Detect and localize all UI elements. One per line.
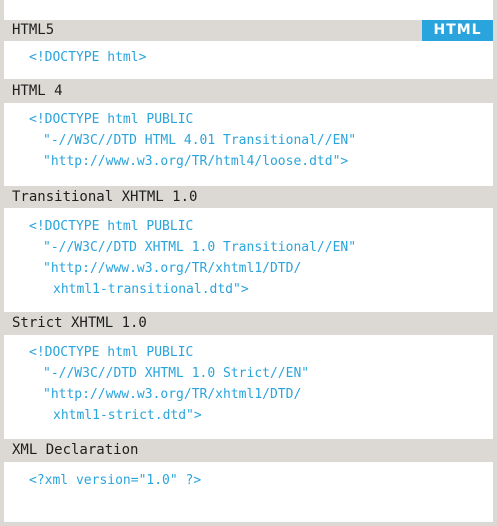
code-block-strict-xhtml: <!DOCTYPE html PUBLIC "-//W3C//DTD XHTML… — [4, 335, 493, 438]
section-title: Strict XHTML 1.0 — [12, 315, 147, 331]
code-line: "-//W3C//DTD XHTML 1.0 Transitional//EN" — [43, 240, 357, 255]
section-header-xml-declaration: XML Declaration — [4, 439, 493, 462]
code-line: "http://www.w3.org/TR/xhtml1/DTD/ — [43, 387, 302, 402]
code-line: xhtml1-transitional.dtd"> — [53, 282, 249, 297]
code-line: <!DOCTYPE html> — [29, 50, 147, 65]
code-line: <!DOCTYPE html PUBLIC — [29, 345, 194, 360]
code-line: "-//W3C//DTD HTML 4.01 Transitional//EN" — [43, 133, 357, 148]
html-badge: HTML — [422, 20, 493, 41]
code-line: "http://www.w3.org/TR/xhtml1/DTD/ — [43, 261, 302, 276]
section-header-html4: HTML 4 — [4, 79, 493, 103]
code-block-html4: <!DOCTYPE html PUBLIC "-//W3C//DTD HTML … — [4, 103, 493, 185]
code-line: "-//W3C//DTD XHTML 1.0 Strict//EN" — [43, 366, 310, 381]
doctype-reference-panel: HTML5 HTML <!DOCTYPE html> HTML 4 <!DOCT… — [0, 0, 497, 526]
section-title: HTML 4 — [12, 83, 63, 99]
section-title: Transitional XHTML 1.0 — [12, 189, 198, 205]
code-line: <!DOCTYPE html PUBLIC — [29, 112, 194, 127]
section-header-strict-xhtml: Strict XHTML 1.0 — [4, 312, 493, 335]
section-title: HTML5 — [12, 22, 55, 38]
code-line: <!DOCTYPE html PUBLIC — [29, 219, 194, 234]
section-title: XML Declaration — [12, 442, 139, 458]
code-block-xml-declaration: <?xml version="1.0" ?> — [4, 462, 493, 518]
code-line: "http://www.w3.org/TR/html4/loose.dtd"> — [43, 154, 349, 169]
code-block-transitional-xhtml: <!DOCTYPE html PUBLIC "-//W3C//DTD XHTML… — [4, 208, 493, 311]
code-line: <?xml version="1.0" ?> — [29, 473, 202, 488]
code-block-html5: <!DOCTYPE html> — [4, 41, 493, 78]
code-line: xhtml1-strict.dtd"> — [53, 408, 202, 423]
section-header-html5: HTML5 HTML — [4, 20, 493, 41]
section-header-transitional-xhtml: Transitional XHTML 1.0 — [4, 186, 493, 208]
